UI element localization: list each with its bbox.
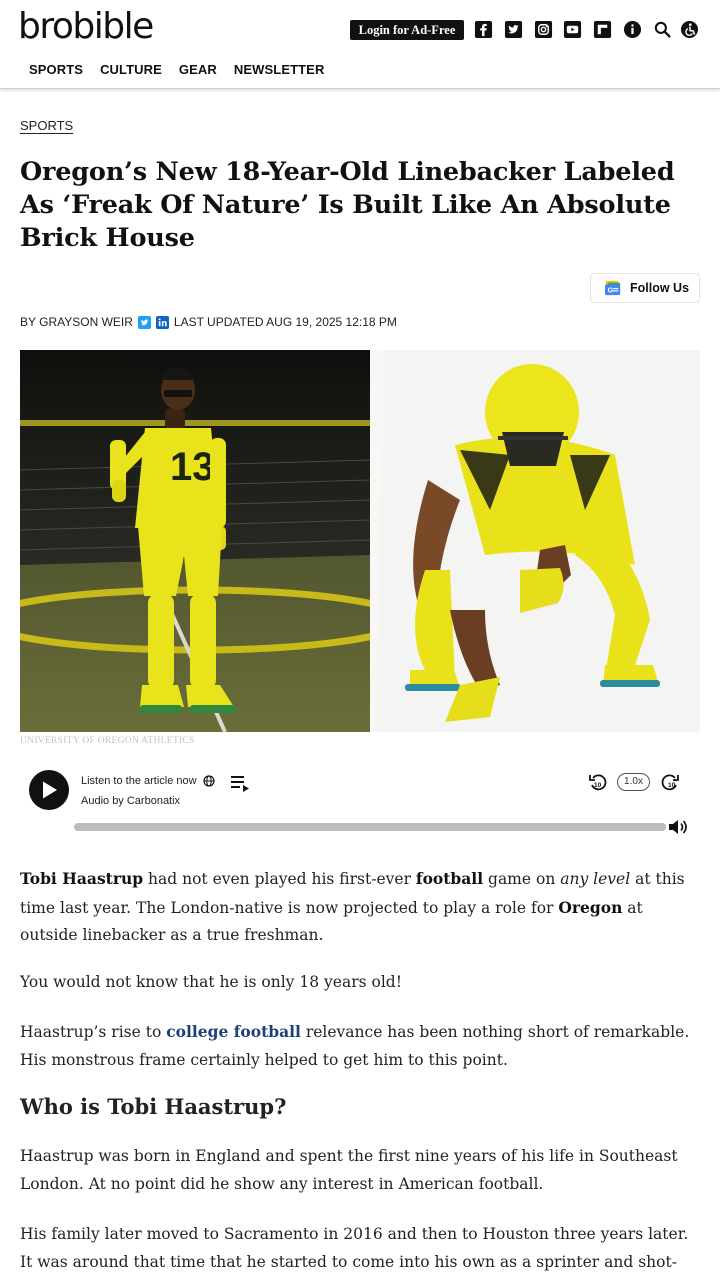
paragraph-4: Haastrup was born in England and spent t… (20, 1147, 678, 1193)
login-ad-free-button[interactable]: Login for Ad-Free (350, 20, 464, 40)
site-header: brobible Login for Ad-Free SPORTS CULTUR… (0, 0, 720, 89)
volume-icon[interactable] (667, 817, 689, 837)
audio-progress-bar[interactable] (74, 823, 666, 831)
player-name: Tobi Haastrup (20, 869, 144, 888)
twitter-icon[interactable] (504, 20, 523, 39)
jersey-number: 13 (170, 445, 215, 489)
flipboard-icon[interactable] (593, 20, 612, 39)
info-icon[interactable] (623, 20, 642, 39)
globe-icon[interactable] (202, 775, 215, 787)
search-icon[interactable] (653, 20, 672, 39)
listen-label: Listen to the article now (81, 775, 197, 787)
facebook-icon[interactable] (474, 20, 493, 39)
playlist-icon[interactable] (230, 773, 250, 793)
play-button[interactable] (29, 770, 69, 810)
playback-speed-button[interactable]: 1.0x (617, 773, 650, 791)
nav-sports[interactable]: SPORTS (29, 62, 83, 77)
byline-author[interactable]: BY GRAYSON WEIR (20, 315, 133, 329)
paragraph-2: You would not know that he is only 18 ye… (20, 973, 402, 991)
forward-10-icon[interactable]: 10 (660, 772, 680, 792)
accessibility-icon[interactable] (680, 20, 699, 39)
paragraph-5: His family later moved to Sacramento in … (20, 1225, 689, 1271)
rewind-10-icon[interactable]: 10 (588, 772, 608, 792)
hero-image: 13 (20, 350, 700, 732)
section-heading: Who is Tobi Haastrup? (20, 1094, 287, 1119)
follow-us-label: Follow Us (630, 281, 690, 295)
follow-us-button[interactable]: G Follow Us (590, 273, 700, 303)
author-linkedin-icon[interactable] (155, 315, 169, 329)
nav-newsletter[interactable]: NEWSLETTER (234, 62, 325, 77)
paragraph-3: Haastrup’s rise to college football rele… (20, 1022, 690, 1069)
audio-provider: Audio by Carbonatix (81, 795, 181, 807)
listen-row: Listen to the article now (81, 775, 215, 787)
svg-text:G: G (608, 286, 614, 294)
google-news-icon: G (605, 280, 621, 296)
article-category[interactable]: SPORTS (20, 118, 73, 133)
image-credit: UNIVERSITY OF OREGON ATHLETICS (20, 736, 195, 746)
site-logo[interactable]: brobible (18, 6, 154, 47)
author-twitter-icon[interactable] (137, 315, 151, 329)
byline: BY GRAYSON WEIR LAST UPDATED AUG 19, 202… (20, 315, 397, 329)
play-icon (43, 781, 57, 799)
nav-culture[interactable]: CULTURE (100, 62, 162, 77)
byline-updated: LAST UPDATED AUG 19, 2025 12:18 PM (173, 315, 397, 329)
main-nav: SPORTS CULTURE GEAR NEWSLETTER (29, 62, 341, 77)
youtube-icon[interactable] (563, 20, 582, 39)
article-title: Oregon’s New 18-Year-Old Linebacker Labe… (20, 157, 675, 253)
nav-gear[interactable]: GEAR (179, 62, 217, 77)
college-football-link[interactable]: college football (166, 1022, 301, 1041)
svg-text:10: 10 (594, 782, 602, 789)
instagram-icon[interactable] (534, 20, 553, 39)
svg-text:10: 10 (668, 782, 676, 789)
paragraph-1: Tobi Haastrup had not even played his fi… (20, 869, 685, 944)
